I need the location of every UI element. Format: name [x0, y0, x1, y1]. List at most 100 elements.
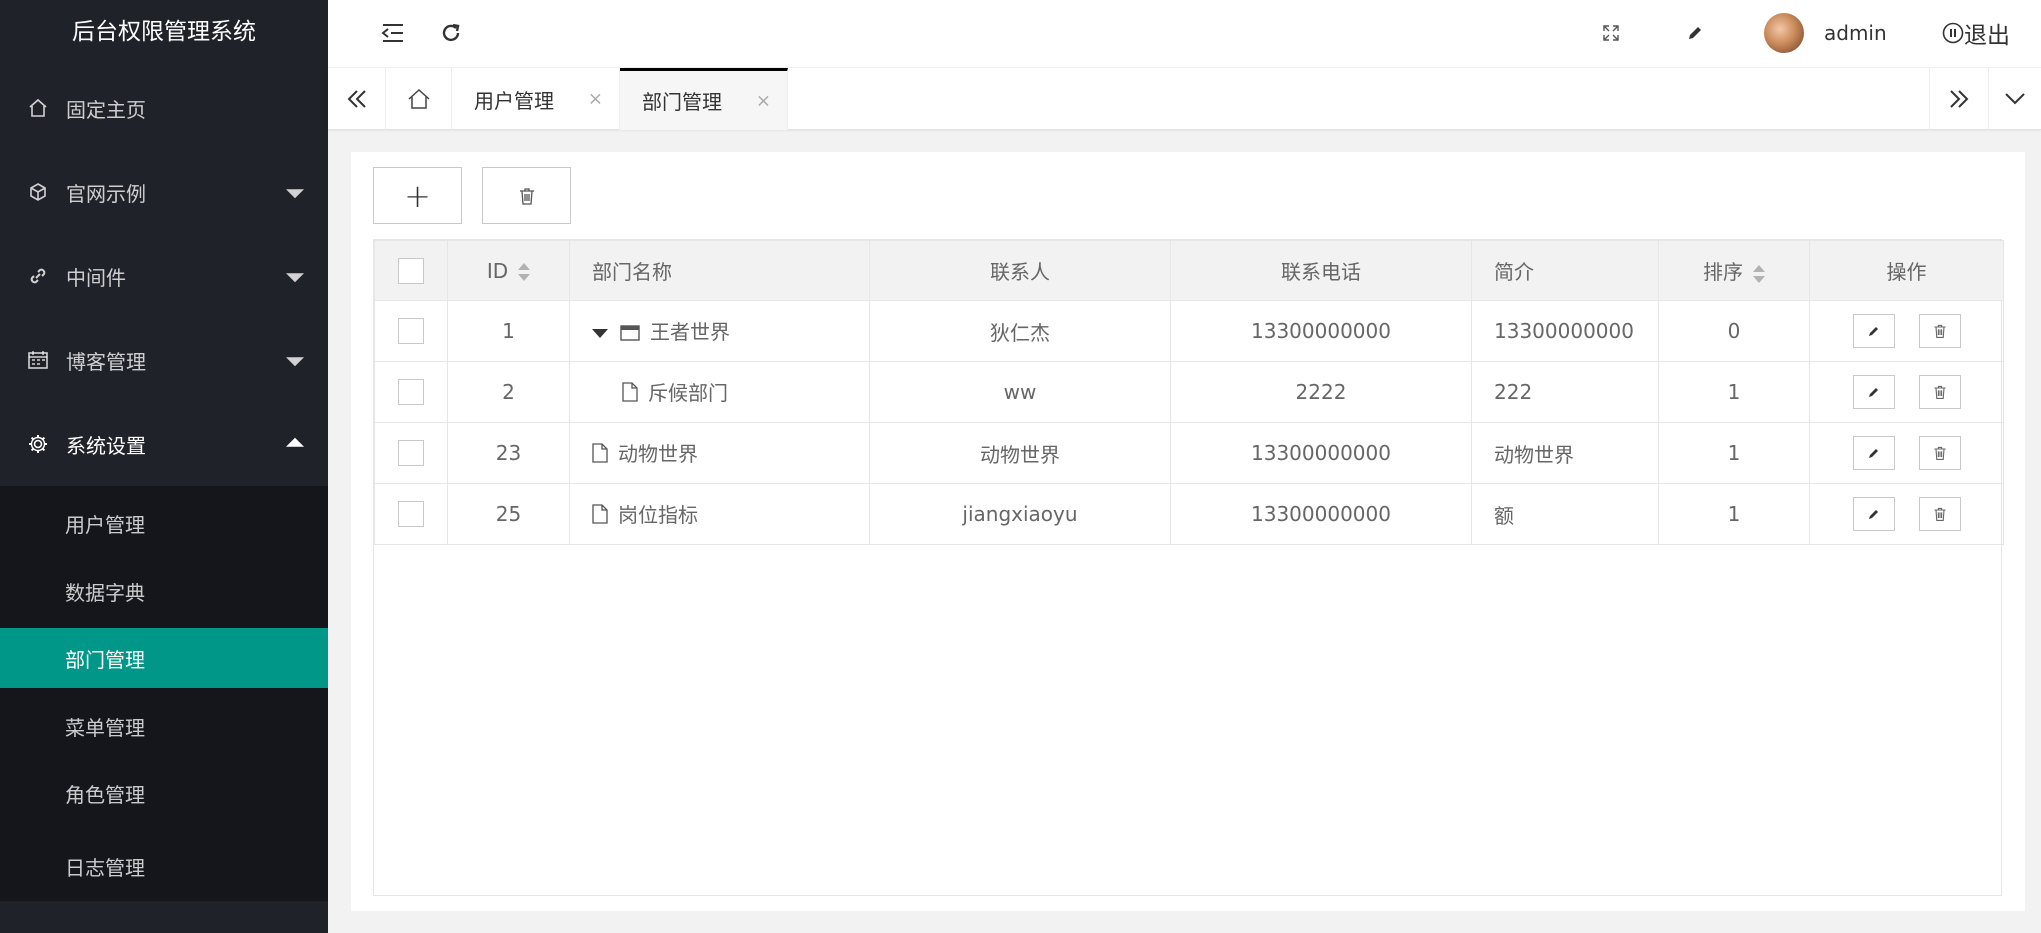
column-header-id[interactable]: ID: [447, 240, 570, 301]
cell-actions: [1809, 361, 2004, 423]
column-header-intro: 简介: [1471, 240, 1659, 301]
indent-icon: [381, 24, 403, 42]
pause-circle-icon: [1942, 22, 1964, 44]
tab-department-management[interactable]: 部门管理 ×: [620, 68, 788, 130]
select-all-checkbox[interactable]: [398, 257, 424, 284]
user-menu[interactable]: admin: [1764, 0, 1904, 66]
home-icon: [407, 88, 430, 109]
department-tree-table: ID 部门名称 联系人 联系电话 简介 排序 操作 1 王者世界 狄仁杰 133…: [373, 239, 2004, 896]
pencil-icon: [1689, 27, 1701, 39]
cell-id: 25: [447, 483, 570, 545]
tree-expand-icon[interactable]: [592, 329, 608, 339]
tab-home[interactable]: [386, 68, 452, 130]
sidebar-item-label: 官网示例: [66, 181, 146, 206]
row-checkbox[interactable]: [398, 440, 424, 467]
trash-icon: [1933, 446, 1946, 460]
delete-row-button[interactable]: [1918, 436, 1961, 470]
row-checkbox[interactable]: [398, 318, 424, 345]
page-tabs-bar: 用户管理 × 部门管理 ×: [328, 68, 2041, 130]
logout-button[interactable]: 退出: [1942, 0, 2032, 66]
cell-contact: jiangxiaoyu: [869, 483, 1171, 545]
logout-label: 退出: [1964, 23, 2010, 49]
pencil-icon: [1868, 388, 1878, 397]
delete-row-button[interactable]: [1918, 314, 1961, 348]
close-icon[interactable]: ×: [588, 89, 603, 110]
add-department-button[interactable]: +: [373, 167, 462, 224]
tabs-scroll-left-button[interactable]: [328, 68, 386, 130]
table-header-row: ID 部门名称 联系人 联系电话 简介 排序 操作: [374, 240, 2004, 301]
sidebar-subitem-department-management[interactable]: 部门管理: [0, 628, 328, 688]
table-row: 25 岗位指标 jiangxiaoyu 13300000000 额 1: [374, 483, 2004, 545]
row-checkbox[interactable]: [398, 501, 424, 528]
tab-label: 用户管理: [474, 88, 554, 113]
folder-open-icon: [620, 322, 640, 346]
cell-intro: 动物世界: [1471, 422, 1659, 484]
sidebar-subitem-data-dictionary[interactable]: 数据字典: [0, 561, 328, 621]
username: admin: [1824, 21, 1887, 45]
add-label: +: [404, 176, 431, 215]
sidebar-subitem-menu-management[interactable]: 菜单管理: [0, 696, 328, 756]
sidebar-item-system-settings[interactable]: 系统设置: [0, 402, 328, 486]
edit-row-button[interactable]: [1852, 497, 1895, 531]
sidebar-item-home[interactable]: 固定主页: [0, 66, 328, 150]
sidebar-subitem-user-management[interactable]: 用户管理: [0, 486, 328, 561]
sort-icon[interactable]: [1753, 264, 1765, 283]
system-settings-submenu: 用户管理 数据字典 部门管理 菜单管理 角色管理 日志管理: [0, 486, 328, 901]
cell-sort: 0: [1658, 300, 1810, 362]
select-all-cell: [374, 240, 448, 301]
cell-name: 动物世界: [569, 422, 870, 484]
column-header-sort[interactable]: 排序: [1658, 240, 1810, 301]
pencil-icon: [1868, 449, 1878, 458]
cell-contact: ww: [869, 361, 1171, 423]
pencil-icon: [1868, 510, 1878, 519]
sidebar-item-blog[interactable]: 博客管理: [0, 318, 328, 402]
cube-icon: [26, 180, 50, 204]
table-row: 2 斥候部门 ww 2222 222 1: [374, 361, 2004, 423]
double-chevron-right-icon: [1950, 90, 1969, 108]
sidebar-subitem-log-management[interactable]: 日志管理: [0, 831, 328, 901]
close-icon[interactable]: ×: [756, 90, 771, 111]
chevron-down-icon: [286, 357, 304, 367]
sort-icon[interactable]: [518, 263, 531, 281]
app-title: 后台权限管理系统: [0, 0, 328, 66]
top-header: admin 退出: [328, 0, 2041, 68]
sidebar-item-middleware[interactable]: 中间件: [0, 234, 328, 318]
sidebar-subitem-role-management[interactable]: 角色管理: [0, 756, 328, 831]
cell-intro: 额: [1471, 483, 1659, 545]
row-checkbox[interactable]: [398, 379, 424, 406]
edit-row-button[interactable]: [1852, 375, 1895, 409]
table-row: 23 动物世界 动物世界 13300000000 动物世界 1: [374, 422, 2004, 484]
collapse-sidebar-button[interactable]: [368, 0, 418, 66]
calendar-icon: [26, 348, 50, 372]
cell-name: 王者世界: [569, 300, 870, 362]
cell-phone: 2222: [1170, 361, 1472, 423]
chevron-up-icon: [286, 437, 304, 447]
file-icon: [592, 504, 608, 529]
chevron-down-icon: [2005, 93, 2025, 105]
avatar: [1764, 13, 1804, 53]
tabs-menu-button[interactable]: [1989, 68, 2041, 130]
theme-edit-button[interactable]: [1670, 0, 1720, 66]
column-header-name: 部门名称: [569, 240, 870, 301]
delete-row-button[interactable]: [1918, 375, 1961, 409]
chevron-down-icon: [286, 273, 304, 283]
edit-row-button[interactable]: [1852, 314, 1895, 348]
cell-intro: 13300000000: [1471, 300, 1659, 362]
cell-actions: [1809, 483, 2004, 545]
fullscreen-button[interactable]: [1586, 0, 1636, 66]
edit-row-button[interactable]: [1852, 436, 1895, 470]
delete-selected-button[interactable]: [482, 167, 571, 224]
tab-user-management[interactable]: 用户管理 ×: [452, 68, 620, 130]
cell-phone: 13300000000: [1170, 422, 1472, 484]
pencil-icon: [1868, 327, 1878, 336]
tabs-scroll-right-button[interactable]: [1929, 68, 1989, 130]
refresh-button[interactable]: [426, 0, 476, 66]
sidebar-item-website-examples[interactable]: 官网示例: [0, 150, 328, 234]
column-header-contact: 联系人: [869, 240, 1171, 301]
trash-icon: [1933, 324, 1946, 338]
trash-icon: [1933, 507, 1946, 521]
cell-intro: 222: [1471, 361, 1659, 423]
cell-contact: 动物世界: [869, 422, 1171, 484]
cell-sort: 1: [1658, 483, 1810, 545]
delete-row-button[interactable]: [1918, 497, 1961, 531]
